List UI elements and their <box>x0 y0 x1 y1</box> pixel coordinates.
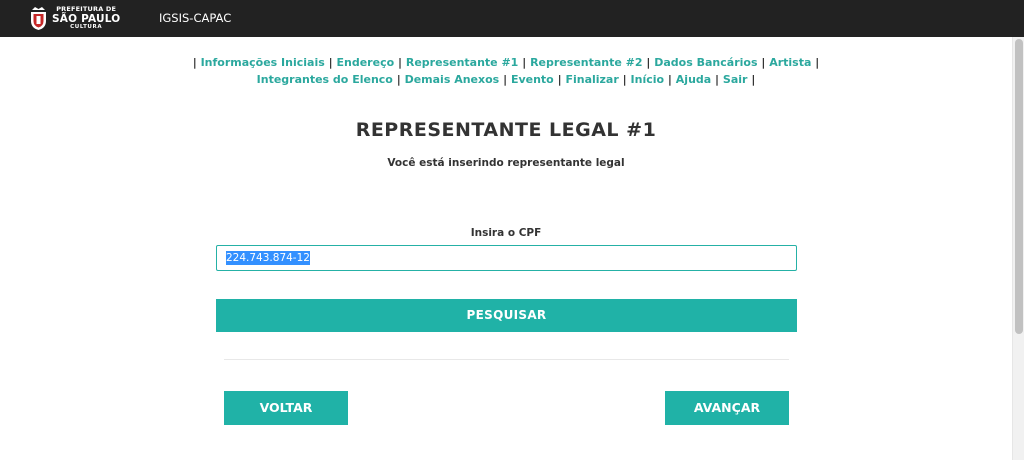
page-subtitle: Você está inserindo representante legal <box>387 157 625 169</box>
menu-item-informacoes-iniciais[interactable]: Informações Iniciais <box>201 56 325 69</box>
menu-separator: | <box>396 73 401 86</box>
logo-line-1: PREFEITURA DE <box>56 5 117 14</box>
vertical-scrollbar[interactable] <box>1012 37 1024 460</box>
menu-separator: | <box>522 56 527 69</box>
section-menu: | Informações Iniciais | Endereço | Repr… <box>160 54 852 88</box>
logo-line-3: CULTURA <box>70 24 103 31</box>
logo-text: PREFEITURA DE SÃO PAULO CULTURA <box>52 6 120 31</box>
menu-item-endereco[interactable]: Endereço <box>337 56 395 69</box>
scrollbar-thumb[interactable] <box>1015 39 1023 334</box>
menu-separator: | <box>192 56 197 69</box>
menu-separator: | <box>751 73 756 86</box>
cpf-input[interactable]: 224.743.874-12 <box>216 245 797 271</box>
menu-item-ajuda[interactable]: Ajuda <box>676 73 711 86</box>
menu-item-artista[interactable]: Artista <box>769 56 811 69</box>
top-navbar: PREFEITURA DE SÃO PAULO CULTURA IGSIS-CA… <box>0 0 1024 37</box>
menu-item-inicio[interactable]: Início <box>631 73 665 86</box>
coat-of-arms-icon <box>31 7 46 30</box>
menu-item-evento[interactable]: Evento <box>511 73 554 86</box>
menu-separator: | <box>667 73 672 86</box>
prefeitura-logo[interactable]: PREFEITURA DE SÃO PAULO CULTURA <box>30 4 120 33</box>
menu-item-finalizar[interactable]: Finalizar <box>565 73 618 86</box>
cpf-input-value: 224.743.874-12 <box>226 251 310 265</box>
menu-separator: | <box>328 56 333 69</box>
menu-separator: | <box>815 56 820 69</box>
menu-separator: | <box>622 73 627 86</box>
back-button[interactable]: VOLTAR <box>224 391 348 425</box>
cpf-label: Insira o CPF <box>470 227 542 239</box>
menu-separator: | <box>557 73 562 86</box>
app-name[interactable]: IGSIS-CAPAC <box>159 11 231 25</box>
menu-item-representante-2[interactable]: Representante #2 <box>530 56 642 69</box>
menu-item-sair[interactable]: Sair <box>723 73 748 86</box>
menu-separator: | <box>398 56 403 69</box>
search-button[interactable]: PESQUISAR <box>216 299 797 332</box>
menu-item-demais-anexos[interactable]: Demais Anexos <box>405 73 500 86</box>
logo-line-2: SÃO PAULO <box>52 12 121 25</box>
page-title: REPRESENTANTE LEGAL #1 <box>355 119 657 141</box>
divider <box>224 359 789 360</box>
menu-item-dados-bancarios[interactable]: Dados Bancários <box>654 56 757 69</box>
menu-item-integrantes-do-elenco[interactable]: Integrantes do Elenco <box>257 73 393 86</box>
menu-separator: | <box>761 56 766 69</box>
menu-separator: | <box>646 56 651 69</box>
menu-separator: | <box>715 73 720 86</box>
next-button[interactable]: AVANÇAR <box>665 391 789 425</box>
menu-item-representante-1[interactable]: Representante #1 <box>406 56 518 69</box>
menu-separator: | <box>503 73 508 86</box>
